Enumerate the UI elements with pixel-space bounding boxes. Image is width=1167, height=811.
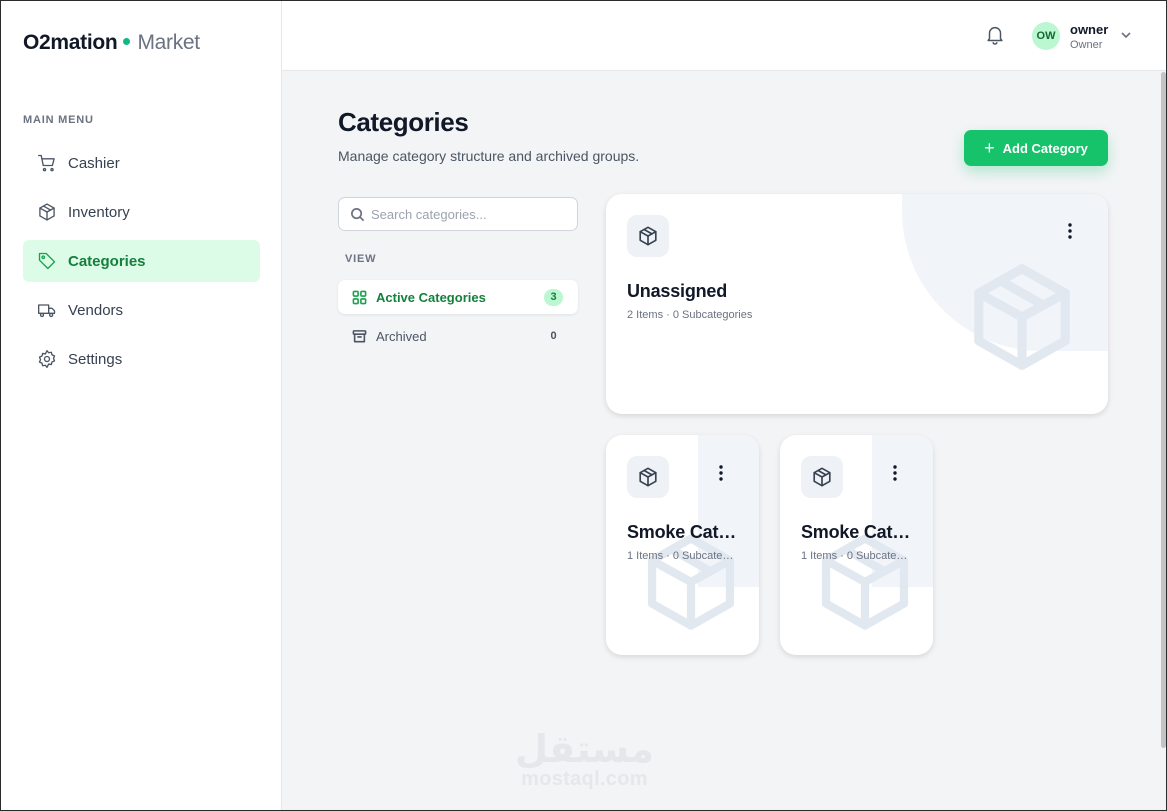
sidebar-item-label: Cashier — [68, 154, 120, 172]
filter-label: Archived — [376, 328, 427, 344]
box-watermark-icon — [974, 264, 1070, 370]
category-card[interactable]: Smoke Cat… 1 Items · 0 Subcategories — [606, 435, 759, 655]
search-icon — [351, 207, 365, 221]
box-icon — [813, 467, 831, 487]
count-badge: 3 — [544, 288, 563, 306]
box-watermark-icon — [647, 534, 735, 630]
plus-icon: + — [984, 138, 995, 158]
notifications-button[interactable] — [984, 24, 1006, 46]
user-menu-toggle[interactable] — [1119, 28, 1133, 42]
page-title: Categories — [338, 107, 469, 137]
watermark-latin: mostaql.com — [521, 768, 648, 790]
sidebar-item-label: Vendors — [68, 301, 124, 319]
search-box — [338, 197, 578, 231]
scrollbar[interactable] — [1161, 72, 1166, 748]
category-card[interactable]: Smoke Cat… 1 Items · 0 Subcategories — [780, 435, 933, 655]
tag-icon — [38, 252, 56, 270]
user-name: owner — [1070, 22, 1109, 37]
sidebar-item-inventory[interactable]: Inventory — [23, 191, 260, 233]
more-vertical-icon — [893, 465, 897, 481]
mostaql-watermark: مستقل mostaql.com — [512, 730, 657, 790]
card-menu-button[interactable] — [886, 463, 904, 483]
grid-icon — [352, 290, 367, 304]
filter-active-categories[interactable]: Active Categories 3 — [338, 280, 578, 314]
watermark-arabic: مستقل — [515, 727, 654, 771]
box-icon — [39, 203, 55, 221]
brand-suffix: Market — [137, 31, 200, 54]
category-title: Smoke Cat… — [627, 522, 737, 542]
count-badge: 0 — [544, 327, 563, 345]
top-bar: OW owner Owner — [282, 0, 1167, 71]
add-category-label: Add Category — [1002, 140, 1088, 156]
sidebar-item-label: Inventory — [68, 203, 130, 221]
brand-dot — [123, 37, 131, 45]
more-vertical-icon — [1068, 223, 1072, 239]
main-menu-heading: MAIN MENU — [23, 114, 94, 126]
category-meta: 1 Items · 0 Subcategories — [627, 550, 737, 562]
more-vertical-icon — [719, 465, 723, 481]
main-nav: Cashier Inventory Categories Vendors Set… — [23, 142, 260, 387]
add-category-button[interactable]: + Add Category — [964, 130, 1108, 166]
box-watermark-icon — [821, 534, 909, 630]
box-icon — [639, 226, 657, 246]
filter-label: Active Categories — [376, 289, 486, 305]
category-icon — [627, 215, 669, 257]
card-menu-button[interactable] — [1061, 221, 1079, 241]
user-role: Owner — [1070, 39, 1103, 51]
user-menu[interactable]: owner Owner — [1070, 22, 1108, 51]
sidebar-item-categories[interactable]: Categories — [23, 240, 260, 282]
category-title: Smoke Cat… — [801, 522, 911, 542]
cart-icon — [38, 154, 55, 172]
sidebar-item-label: Settings — [68, 350, 123, 368]
category-meta: 2 Items · 0 Subcategories — [627, 309, 753, 321]
sidebar-item-settings[interactable]: Settings — [23, 338, 260, 380]
sidebar-item-cashier[interactable]: Cashier — [23, 142, 260, 184]
category-icon — [801, 456, 843, 498]
archive-icon — [352, 329, 367, 342]
bell-icon — [987, 27, 1003, 45]
card-menu-button[interactable] — [712, 463, 730, 483]
sidebar-item-label: Categories — [68, 252, 146, 270]
truck-icon — [38, 304, 56, 318]
chevron-down-icon — [1121, 32, 1131, 39]
avatar[interactable]: OW — [1032, 22, 1060, 50]
filter-archived[interactable]: Archived 0 — [338, 319, 578, 353]
sidebar-item-vendors[interactable]: Vendors — [23, 289, 260, 331]
category-card[interactable]: Unassigned 2 Items · 0 Subcategories — [606, 194, 1108, 414]
sidebar: O2mation Market MAIN MENU Cashier Invento… — [0, 0, 282, 811]
gear-icon — [38, 350, 56, 368]
category-title: Unassigned — [627, 281, 728, 301]
category-meta: 1 Items · 0 Subcategories — [801, 550, 911, 562]
box-icon — [639, 467, 657, 487]
brand-logo[interactable]: O2mation Market — [23, 31, 200, 55]
category-icon — [627, 456, 669, 498]
search-input[interactable] — [371, 206, 561, 222]
page-subtitle: Manage category structure and archived g… — [338, 148, 640, 164]
brand-name: O2mation — [23, 31, 118, 54]
view-heading: VIEW — [345, 253, 377, 265]
